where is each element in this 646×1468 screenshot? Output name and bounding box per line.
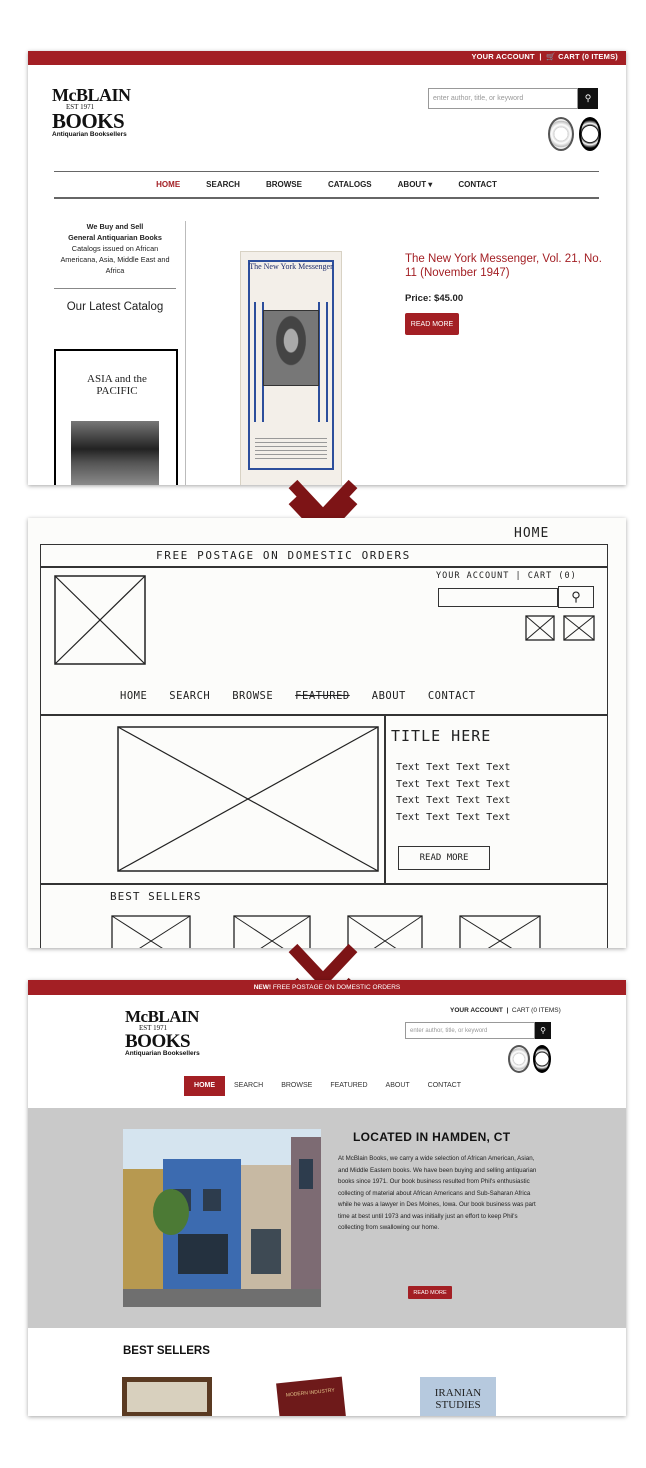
ilab-seal-icon bbox=[579, 117, 601, 151]
nav-browse[interactable]: BROWSE bbox=[272, 1076, 321, 1096]
sketch-read-more-button: READ MORE bbox=[398, 846, 490, 870]
catalog-cover-photo bbox=[71, 421, 159, 485]
nav-search[interactable]: SEARCH bbox=[206, 180, 240, 189]
search-bar: enter author, title, or keyword ⚲ bbox=[428, 88, 598, 109]
search-input[interactable]: enter author, title, or keyword bbox=[428, 88, 578, 109]
sketch-account: YOUR ACCOUNT | CART (0) bbox=[436, 571, 577, 581]
nav-featured[interactable]: FEATURED bbox=[321, 1076, 376, 1096]
hero-section: LOCATED IN HAMDEN, CT At McBlain Books, … bbox=[28, 1108, 626, 1328]
logo-placeholder bbox=[54, 575, 146, 665]
hero-text: At McBlain Books, we carry a wide select… bbox=[338, 1155, 537, 1231]
sketch-search-input bbox=[438, 588, 558, 607]
search-button[interactable]: ⚲ bbox=[535, 1022, 551, 1039]
association-seal-icon bbox=[548, 117, 574, 151]
book-placeholder bbox=[459, 915, 541, 948]
best-seller-book[interactable] bbox=[122, 1377, 212, 1416]
sketch-search-icon: ⚲ bbox=[558, 586, 594, 608]
search-bar: enter author, title, or keyword ⚲ bbox=[405, 1022, 551, 1039]
sketch-nav: HOME SEARCH BROWSE FEATURED ABOUT CONTAC… bbox=[120, 690, 476, 702]
read-more-button[interactable]: READ MORE bbox=[408, 1286, 452, 1299]
hero-image-placeholder bbox=[117, 726, 379, 872]
nav-home[interactable]: HOME bbox=[156, 180, 180, 189]
sketch-seal-placeholder bbox=[563, 615, 595, 641]
nav-search[interactable]: SEARCH bbox=[225, 1076, 272, 1096]
sidebar: We Buy and Sell General Antiquarian Book… bbox=[54, 221, 176, 313]
nav-contact[interactable]: CONTACT bbox=[458, 180, 497, 189]
sidebar-intro: We Buy and Sell General Antiquarian Book… bbox=[60, 222, 170, 275]
nav-catalogs[interactable]: CATALOGS bbox=[328, 180, 372, 189]
screenshot-redesigned-site: NEW! FREE POSTAGE ON DOMESTIC ORDERS McB… bbox=[28, 980, 626, 1416]
top-bar: YOUR ACCOUNT | 🛒 CART (0 ITEMS) bbox=[28, 51, 626, 65]
association-seal-icon bbox=[508, 1045, 530, 1073]
screenshot-current-site: YOUR ACCOUNT | 🛒 CART (0 ITEMS) McBLAIN … bbox=[28, 51, 626, 485]
latest-catalog-cover[interactable]: ASIA and the PACIFIC bbox=[54, 349, 178, 485]
product-price: Price: $45.00 bbox=[405, 293, 464, 304]
ilab-seal-icon bbox=[533, 1045, 551, 1073]
logo[interactable]: McBLAIN EST 1971 BOOKS Antiquarian Books… bbox=[125, 1008, 200, 1058]
account-links: YOUR ACCOUNT | 🛒 CART (0 ITEMS) bbox=[471, 52, 618, 61]
storefront-photo bbox=[123, 1129, 321, 1307]
nav-home[interactable]: HOME bbox=[184, 1076, 226, 1096]
sketch-banner: FREE POSTAGE ON DOMESTIC ORDERS bbox=[156, 549, 411, 562]
sketch-text: Text Text Text Text Text Text Text Text … bbox=[396, 762, 511, 823]
best-seller-book[interactable]: IRANIAN STUDIES bbox=[420, 1377, 496, 1416]
main-nav: HOME SEARCH BROWSE FEATURED ABOUT CONTAC… bbox=[28, 1076, 626, 1096]
divider bbox=[185, 221, 186, 485]
search-button[interactable]: ⚲ bbox=[578, 88, 598, 109]
latest-catalog-heading: Our Latest Catalog bbox=[66, 301, 164, 313]
best-sellers-heading: BEST SELLERS bbox=[123, 1345, 210, 1357]
portrait-photo bbox=[263, 310, 319, 386]
product-image[interactable]: The New York Messenger bbox=[240, 251, 342, 485]
your-account-link[interactable]: YOUR ACCOUNT bbox=[450, 1007, 503, 1014]
logo[interactable]: McBLAIN EST 1971 BOOKS Antiquarian Books… bbox=[52, 86, 131, 139]
nav-about[interactable]: ABOUT bbox=[377, 1076, 419, 1096]
search-icon: ⚲ bbox=[584, 93, 592, 103]
cart-link[interactable]: CART (0 ITEMS) bbox=[512, 1007, 561, 1014]
best-seller-book[interactable]: MODERN INDUSTRY bbox=[276, 1376, 346, 1416]
book-placeholder bbox=[111, 915, 191, 948]
nav-browse[interactable]: BROWSE bbox=[266, 180, 302, 189]
sketch-title: TITLE HERE bbox=[391, 727, 492, 745]
product-title[interactable]: The New York Messenger, Vol. 21, No. 11 … bbox=[405, 252, 605, 280]
wireframe-sketch: HOME FREE POSTAGE ON DOMESTIC ORDERS YOU… bbox=[28, 518, 626, 948]
magazine-masthead: The New York Messenger bbox=[249, 262, 333, 271]
search-input[interactable]: enter author, title, or keyword bbox=[405, 1022, 535, 1039]
divider bbox=[54, 288, 176, 289]
promo-banner: NEW! FREE POSTAGE ON DOMESTIC ORDERS bbox=[28, 980, 626, 995]
page-label: HOME bbox=[514, 526, 550, 541]
nav-contact[interactable]: CONTACT bbox=[419, 1076, 470, 1096]
catalog-cover-title: ASIA and the PACIFIC bbox=[87, 373, 147, 397]
sketch-seal-placeholder bbox=[525, 615, 555, 641]
account-links: YOUR ACCOUNT | CART (0 ITEMS) bbox=[450, 1007, 561, 1014]
read-more-button[interactable]: READ MORE bbox=[405, 313, 459, 335]
hero-title: LOCATED IN HAMDEN, CT bbox=[353, 1130, 511, 1144]
nav-about[interactable]: ABOUT ▾ bbox=[398, 180, 433, 189]
sketch-best-sellers: BEST SELLERS bbox=[110, 890, 202, 903]
main-nav: HOME SEARCH BROWSE CATALOGS ABOUT ▾ CONT… bbox=[54, 171, 599, 199]
your-account-link[interactable]: YOUR ACCOUNT bbox=[471, 52, 534, 61]
search-icon: ⚲ bbox=[540, 1026, 546, 1035]
cart-link[interactable]: 🛒 CART (0 ITEMS) bbox=[546, 52, 618, 61]
